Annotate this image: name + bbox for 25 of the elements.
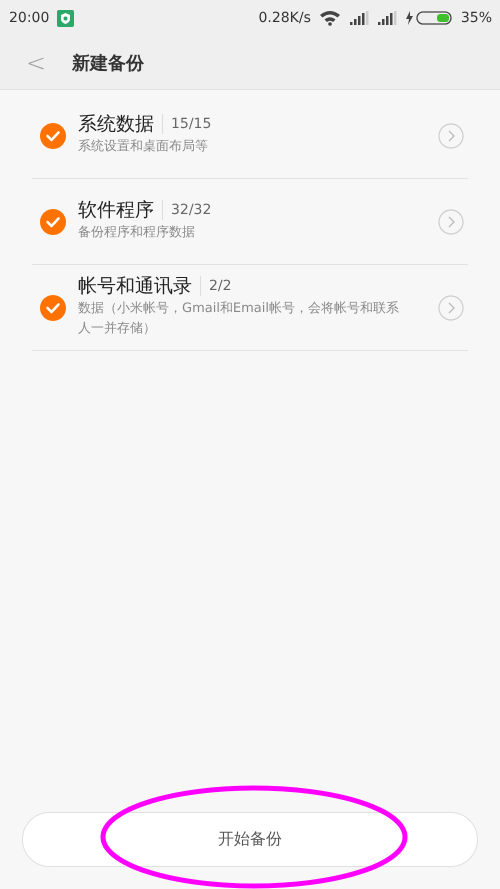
clock-time: 20:00 xyxy=(9,10,50,26)
network-speed: 0.28K/s xyxy=(258,10,311,26)
chevron-right-icon[interactable] xyxy=(438,294,464,320)
wifi-icon xyxy=(318,10,341,26)
battery-percent: 35% xyxy=(460,10,492,26)
checkbox[interactable] xyxy=(40,122,66,148)
chevron-right-icon[interactable] xyxy=(438,122,464,148)
item-title: 软件程序 xyxy=(78,200,163,220)
item-description: 数据（小米帐号，Gmail和Email帐号，会将帐号和联系人一并存储） xyxy=(78,300,400,338)
chevron-right-icon[interactable] xyxy=(438,208,464,234)
charging-battery-icon xyxy=(404,10,453,26)
signal-icon xyxy=(376,11,397,25)
checkbox[interactable] xyxy=(40,294,66,320)
item-count: 15/15 xyxy=(170,116,212,132)
checkbox[interactable] xyxy=(40,208,66,234)
item-description: 备份程序和程序数据 xyxy=(78,224,196,242)
item-title: 系统数据 xyxy=(78,114,163,134)
item-title: 帐号和通讯录 xyxy=(78,276,201,296)
shield-icon xyxy=(57,10,74,26)
item-description: 系统设置和桌面布局等 xyxy=(78,138,209,156)
item-count: 2/2 xyxy=(208,278,232,294)
signal-icon xyxy=(348,11,369,25)
page-title: 新建备份 xyxy=(72,52,144,74)
start-backup-button[interactable]: 开始备份 xyxy=(22,812,478,867)
item-count: 32/32 xyxy=(170,202,212,218)
